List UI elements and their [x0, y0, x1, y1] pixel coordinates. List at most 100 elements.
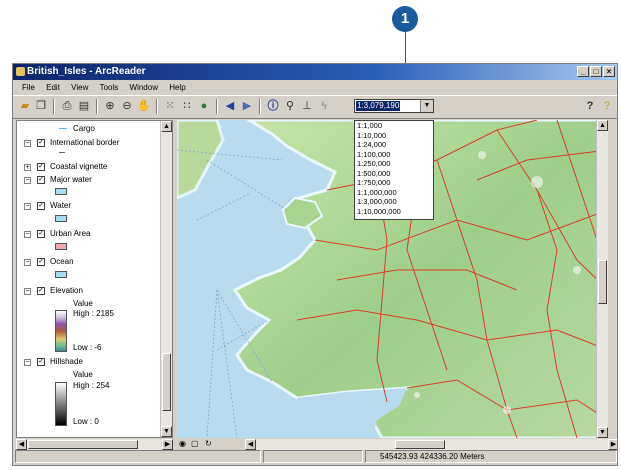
cargo-line-symbol	[59, 128, 67, 129]
scale-option[interactable]: 1:250,000	[355, 159, 433, 169]
scroll-down-icon[interactable]: ▼	[161, 426, 172, 437]
full-extent-globe-icon[interactable]: ●	[196, 99, 212, 114]
layer-elevation: Elevation	[50, 286, 83, 295]
scale-option[interactable]: 1:10,000,000	[355, 207, 433, 217]
map-scroll-down-icon[interactable]: ▼	[597, 427, 608, 438]
scale-option[interactable]: 1:1,000	[355, 121, 433, 131]
ocean-swatch	[55, 271, 67, 278]
scale-option[interactable]: 1:100,000	[355, 150, 433, 160]
print-icon[interactable]: ⎙	[59, 99, 75, 114]
status-bar: 545423.93 424336.20 Meters	[13, 449, 617, 465]
checkbox-urban-area[interactable]: ✓	[37, 230, 45, 238]
scroll-up-icon[interactable]: ▲	[161, 121, 172, 132]
zoom-in-icon[interactable]: ⊕	[102, 99, 118, 114]
data-view-icon[interactable]: ◉	[179, 439, 186, 448]
expand-elevation[interactable]: −	[24, 288, 31, 295]
maximize-button[interactable]: □	[590, 66, 602, 77]
layer-urban-area: Urban Area	[50, 229, 91, 238]
scale-option[interactable]: 1:10,000	[355, 131, 433, 141]
elevation-color-ramp	[55, 310, 67, 352]
scale-value: 1:3,079,190	[356, 101, 401, 111]
toolbar: ▰ ❐ ⎙ ▤ ⊕ ⊖ ✋ ⁙ ∷ ● ◀ ▶ ⓘ ⚲ ⊥ ϟ 1:3,079,…	[13, 95, 617, 119]
menu-tools[interactable]: Tools	[100, 83, 119, 92]
layer-ocean: Ocean	[50, 257, 74, 266]
menu-bar: File Edit View Tools Window Help	[13, 80, 617, 95]
layer-major-water: Major water	[50, 175, 92, 184]
coordinates-panel: 545423.93 424336.20 Meters	[365, 450, 617, 463]
expand-water[interactable]: −	[24, 203, 31, 210]
layer-cargo-label: Cargo	[73, 124, 95, 133]
identify-icon[interactable]: ⓘ	[265, 99, 281, 114]
expand-ocean[interactable]: −	[24, 259, 31, 266]
scale-combobox[interactable]: 1:3,079,190 ▼	[354, 99, 434, 113]
close-button[interactable]: ×	[603, 66, 615, 77]
table-of-contents: Cargo − ✓ International border + ✓ Coast…	[16, 120, 173, 438]
scale-option[interactable]: 1:3,000,000	[355, 197, 433, 207]
fixed-zoom-out-icon[interactable]: ∷	[179, 99, 195, 114]
major-water-swatch	[55, 188, 67, 195]
map-scroll-thumb[interactable]	[598, 260, 607, 304]
checkbox-elevation[interactable]: ✓	[37, 287, 45, 295]
title-bar: British_Isles - ArcReader _ □ ×	[13, 64, 617, 80]
copy-icon[interactable]: ❐	[33, 99, 49, 114]
scale-option[interactable]: 1:750,000	[355, 178, 433, 188]
measure-icon[interactable]: ⊥	[299, 99, 315, 114]
scale-option[interactable]: 1:24,000	[355, 140, 433, 150]
toc-vertical-scrollbar[interactable]: ▲ ▼	[160, 121, 172, 437]
callout-badge: 1	[392, 6, 418, 32]
expand-coastal-vignette[interactable]: +	[24, 164, 31, 171]
expand-major-water[interactable]: −	[24, 177, 31, 184]
hillshade-value-label: Value	[73, 370, 93, 379]
layer-water: Water	[50, 201, 72, 210]
menu-view[interactable]: View	[71, 83, 88, 92]
layer-hillshade: Hillshade	[50, 357, 83, 366]
layer-coastal-vignette: Coastal vignette	[50, 162, 108, 171]
toc-hscroll-thumb[interactable]	[28, 440, 138, 449]
menu-edit[interactable]: Edit	[46, 83, 60, 92]
help-topics-icon[interactable]: ?	[599, 99, 615, 114]
menu-window[interactable]: Window	[130, 83, 158, 92]
checkbox-hillshade[interactable]: ✓	[37, 358, 45, 366]
menu-help[interactable]: Help	[169, 83, 185, 92]
scale-option[interactable]: 1:1,000,000	[355, 188, 433, 198]
hillshade-gray-ramp	[55, 382, 67, 426]
map-vertical-scrollbar[interactable]: ▲ ▼	[596, 120, 608, 438]
expand-hillshade[interactable]: −	[24, 359, 31, 366]
zoom-out-icon[interactable]: ⊖	[119, 99, 135, 114]
whats-this-help-icon[interactable]: ?	[582, 99, 598, 114]
coordinates-readout: 545423.93 424336.20 Meters	[380, 452, 485, 461]
checkbox-ocean[interactable]: ✓	[37, 258, 45, 266]
border-line-symbol	[59, 152, 65, 153]
back-arrow-icon[interactable]: ◀	[222, 99, 238, 114]
elevation-low-label: Low : -6	[73, 343, 102, 352]
scale-dropdown-list: 1:1,000 1:10,000 1:24,000 1:100,000 1:25…	[354, 120, 434, 220]
water-swatch	[55, 215, 67, 222]
refresh-icon[interactable]: ↻	[205, 439, 212, 448]
chevron-down-icon[interactable]: ▼	[420, 100, 433, 112]
find-binoculars-icon[interactable]: ⚲	[282, 99, 298, 114]
minimize-button[interactable]: _	[577, 66, 589, 77]
checkbox-international-border[interactable]: ✓	[37, 139, 45, 147]
checkbox-coastal-vignette[interactable]: ✓	[37, 163, 45, 171]
urban-area-swatch	[55, 243, 67, 250]
page-layout-icon[interactable]: ▤	[76, 99, 92, 114]
checkbox-major-water[interactable]: ✓	[37, 176, 45, 184]
expand-international-border[interactable]: −	[24, 140, 31, 147]
status-message-panel	[15, 450, 261, 463]
fixed-zoom-in-icon[interactable]: ⁙	[162, 99, 178, 114]
open-folder-icon[interactable]: ▰	[17, 99, 33, 114]
arcreader-app-icon	[16, 67, 25, 76]
layout-view-icon[interactable]: ▢	[191, 439, 199, 448]
hyperlink-lightning-icon[interactable]: ϟ	[316, 99, 332, 114]
pan-hand-icon[interactable]: ✋	[136, 99, 152, 114]
map-scroll-up-icon[interactable]: ▲	[597, 120, 608, 131]
expand-urban-area[interactable]: −	[24, 231, 31, 238]
scale-option[interactable]: 1:500,000	[355, 169, 433, 179]
menu-file[interactable]: File	[22, 83, 35, 92]
checkbox-water[interactable]: ✓	[37, 202, 45, 210]
forward-arrow-icon[interactable]: ▶	[239, 99, 255, 114]
hillshade-low-label: Low : 0	[73, 417, 99, 426]
toc-scroll-thumb[interactable]	[162, 353, 171, 411]
status-empty-panel	[263, 450, 363, 463]
map-hscroll-thumb[interactable]	[395, 440, 445, 449]
